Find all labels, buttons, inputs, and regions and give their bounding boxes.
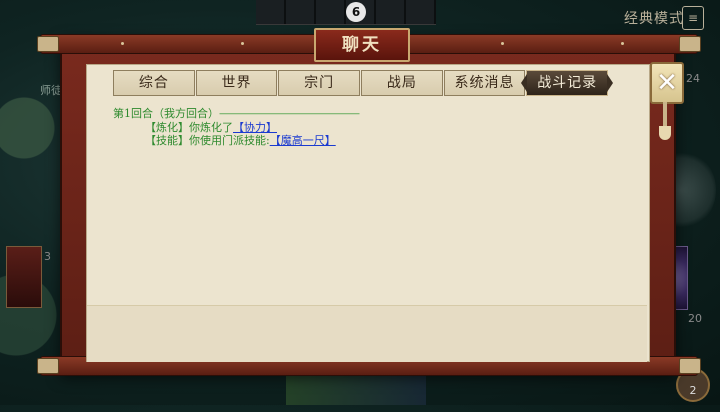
- round-header: 第1回合（我方回合）——————————————: [113, 105, 633, 121]
- close-button-tassel: [659, 126, 671, 140]
- mode-label: 经典模式: [624, 11, 684, 27]
- input-area: [87, 305, 647, 362]
- frame-dot: [121, 42, 124, 45]
- left-card-count: 3: [44, 250, 51, 263]
- frame-dot: [621, 42, 624, 45]
- frame-end-cap: [37, 358, 59, 374]
- tab-match[interactable]: 战局: [361, 70, 443, 96]
- frame-dot: [241, 42, 244, 45]
- tab-battle-log[interactable]: 战斗记录: [521, 70, 613, 96]
- close-icon[interactable]: ✕: [650, 62, 684, 104]
- frame-end-cap: [679, 358, 701, 374]
- left-player-card: [6, 246, 42, 308]
- tab-general[interactable]: 综合: [113, 70, 195, 96]
- log-entry-tag: 【炼化】: [145, 121, 189, 134]
- right-count-bottom: 20: [688, 312, 702, 325]
- log-entry-text: 你使用门派技能:: [189, 134, 270, 147]
- chat-panel: 综合 世界 宗门 战局 系统消息 战斗记录 第1回合（我方回合）————————…: [86, 64, 650, 362]
- tab-system-messages[interactable]: 系统消息: [443, 70, 526, 96]
- round-title: 第1回合（我方回合）: [113, 107, 219, 120]
- log-entry: 【炼化】你炼化了【协力】: [145, 121, 633, 134]
- chat-tabs: 综合 世界 宗门 战局 系统消息 战斗记录: [113, 70, 613, 96]
- round-rule: ——————————————: [219, 107, 360, 120]
- tab-sect[interactable]: 宗门: [278, 70, 361, 96]
- close-button-stem: [663, 102, 667, 128]
- log-entry: 【技能】你使用门派技能:【魔高一尺】: [145, 134, 633, 147]
- log-entry-text: 你炼化了: [189, 121, 233, 134]
- battle-log: 第1回合（我方回合）—————————————— 【炼化】你炼化了【协力】 【技…: [113, 105, 633, 147]
- frame-dot: [501, 42, 504, 45]
- skill-link[interactable]: 【魔高一尺】: [270, 134, 336, 147]
- log-entry-tag: 【技能】: [145, 134, 189, 147]
- chat-dialog: 聊天 综合 世界 宗门 战局 系统消息 战斗记录 第1回合（我方回合）—————…: [37, 28, 701, 376]
- card-link[interactable]: 【协力】: [233, 121, 277, 134]
- right-count-top: 24: [686, 72, 700, 85]
- frame-end-cap: [679, 36, 701, 52]
- dialog-title: 聊天: [314, 28, 410, 62]
- document-icon[interactable]: ≡: [682, 6, 704, 30]
- tab-world[interactable]: 世界: [195, 70, 278, 96]
- deck-count-badge: 6: [346, 2, 366, 22]
- close-button-hanger: ✕: [650, 56, 684, 146]
- frame-end-cap: [37, 36, 59, 52]
- bottom-card-row: [286, 375, 426, 405]
